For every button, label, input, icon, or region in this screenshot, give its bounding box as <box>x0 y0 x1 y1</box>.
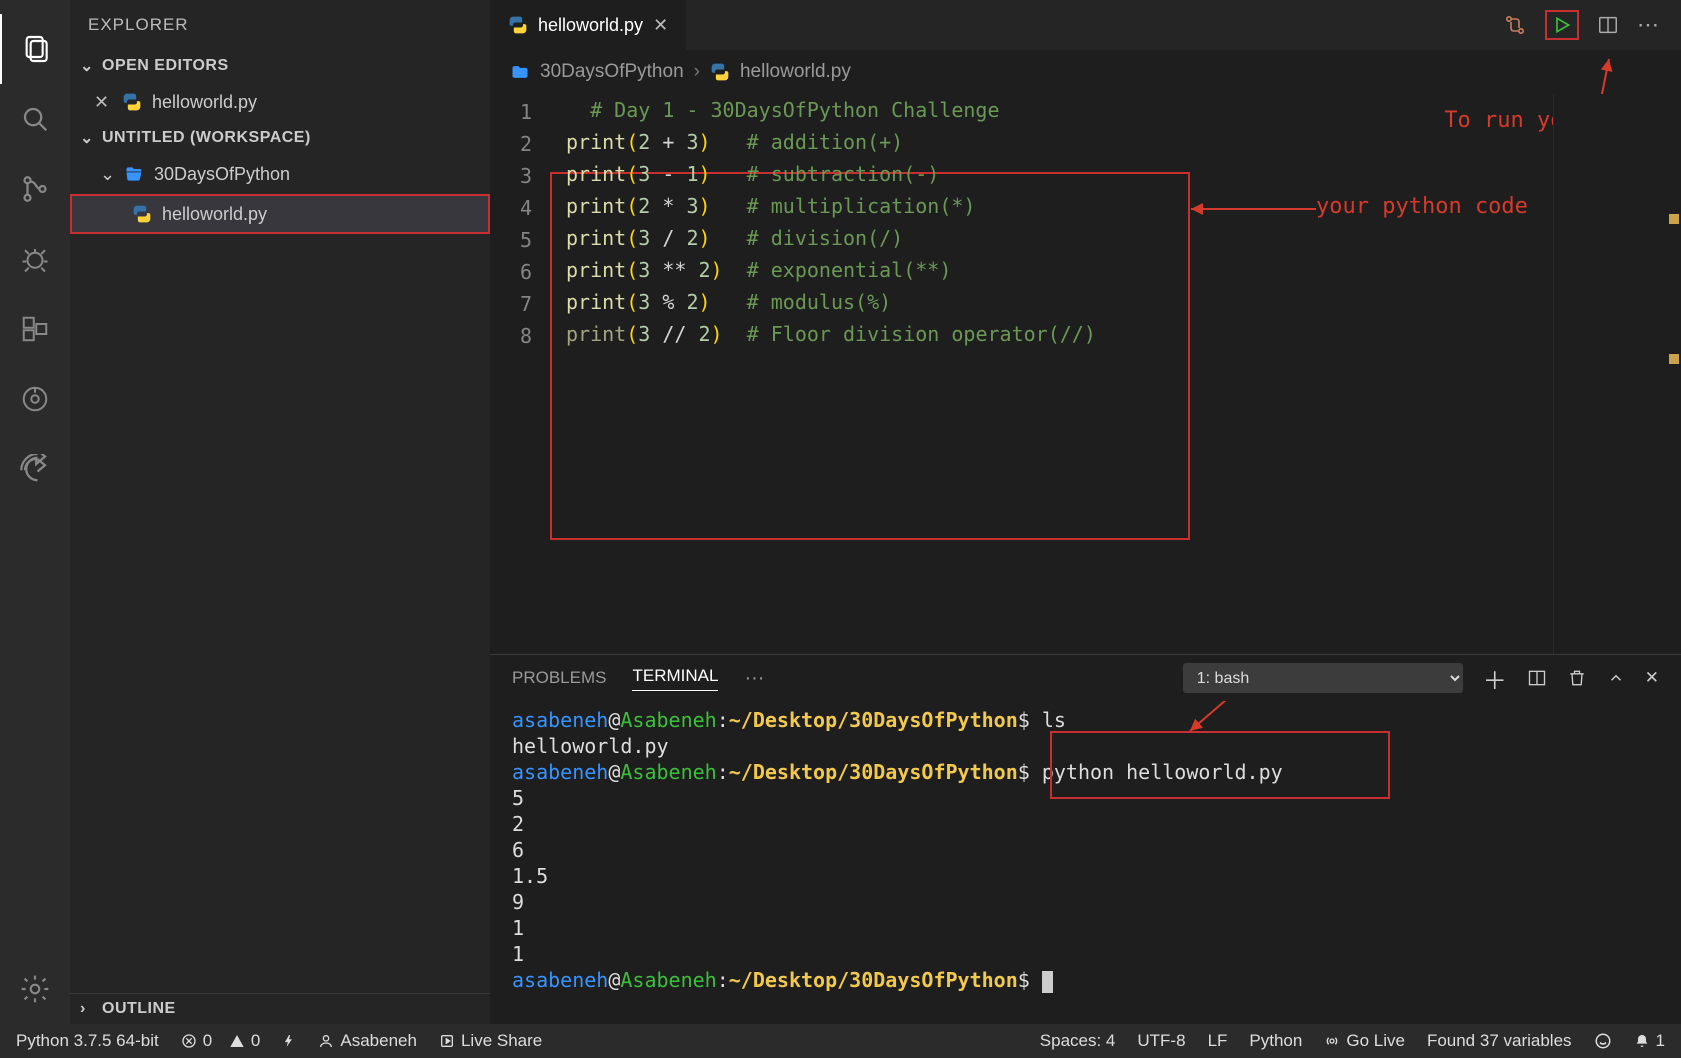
outline-header[interactable]: › OUTLINE <box>70 993 490 1024</box>
tab-strip: helloworld.py ✕ ⋯ <box>490 0 1681 50</box>
python-file-icon <box>122 92 142 112</box>
minimap[interactable] <box>1553 94 1663 654</box>
open-editors-header[interactable]: ⌄ OPEN EDITORS <box>70 50 490 82</box>
split-terminal-icon[interactable] <box>1527 668 1547 688</box>
python-file-icon <box>132 204 152 224</box>
close-panel-icon[interactable]: ✕ <box>1645 668 1659 688</box>
explorer-sidebar: EXPLORER ⌄ OPEN EDITORS ✕ helloworld.py … <box>70 0 490 1024</box>
terminal-cursor <box>1042 971 1053 993</box>
status-found-vars[interactable]: Found 37 variables <box>1427 1031 1572 1051</box>
code-editor[interactable]: 1234 5678 # Day 1 - 30DaysOfPython Chall… <box>490 94 1681 654</box>
workspace-header[interactable]: ⌄ UNTITLED (WORKSPACE) <box>70 122 490 154</box>
close-icon[interactable]: ✕ <box>94 92 112 113</box>
file-row[interactable]: helloworld.py <box>70 194 490 234</box>
python-file-icon <box>508 15 528 35</box>
close-icon[interactable]: ✕ <box>653 15 668 36</box>
chevron-right-icon: › <box>694 61 700 83</box>
kill-terminal-icon[interactable] <box>1567 668 1587 688</box>
folder-row[interactable]: ⌄ 30DaysOfPython <box>70 154 490 194</box>
new-terminal-icon[interactable]: ＋ <box>1483 661 1507 696</box>
status-encoding[interactable]: UTF-8 <box>1137 1031 1185 1051</box>
extensions-icon[interactable] <box>0 294 70 364</box>
liveshare-icon[interactable] <box>0 434 70 504</box>
title-actions: ⋯ <box>1503 0 1681 50</box>
status-feedback-icon[interactable] <box>1594 1032 1612 1050</box>
line-gutter: 1234 5678 <box>490 94 546 654</box>
split-editor-icon[interactable] <box>1597 14 1619 36</box>
activity-bar <box>0 0 70 1024</box>
status-golive[interactable]: Go Live <box>1324 1031 1405 1051</box>
search-icon[interactable] <box>0 84 70 154</box>
folder-icon <box>510 62 530 82</box>
more-panel-tabs-icon[interactable]: ··· <box>744 667 764 690</box>
status-problems[interactable]: 0 0 <box>181 1031 261 1051</box>
debug-icon[interactable] <box>0 224 70 294</box>
open-editor-item[interactable]: ✕ helloworld.py <box>70 82 490 122</box>
tab-terminal[interactable]: TERMINAL <box>632 666 718 691</box>
chevron-down-icon: ⌄ <box>80 128 94 148</box>
terminal-body[interactable]: To run your code asabeneh@Asabeneh:~/Des… <box>490 701 1681 1024</box>
settings-gear-icon[interactable] <box>0 954 70 1024</box>
folder-open-icon <box>124 164 144 184</box>
chevron-down-icon: ⌄ <box>80 56 94 76</box>
status-eol[interactable]: LF <box>1208 1031 1228 1051</box>
more-actions-icon[interactable]: ⋯ <box>1637 12 1659 38</box>
status-bar: Python 3.7.5 64-bit 0 0 Asabeneh Live Sh… <box>0 1024 1681 1058</box>
terminal-panel: PROBLEMS TERMINAL ··· 1: bash ＋ ✕ To run… <box>490 654 1681 1024</box>
terminal-shell-select[interactable]: 1: bash <box>1183 663 1463 693</box>
git-compare-icon[interactable] <box>1503 13 1527 37</box>
status-language[interactable]: Python <box>1249 1031 1302 1051</box>
tab-problems[interactable]: PROBLEMS <box>512 668 606 688</box>
tab-label: helloworld.py <box>538 15 643 36</box>
status-liveshare-user[interactable]: Asabeneh <box>318 1031 417 1051</box>
breadcrumb[interactable]: 30DaysOfPython › helloworld.py <box>490 50 1681 94</box>
status-spaces[interactable]: Spaces: 4 <box>1040 1031 1116 1051</box>
editor-tab[interactable]: helloworld.py ✕ <box>490 0 687 50</box>
status-python-interpreter[interactable]: Python 3.7.5 64-bit <box>16 1031 159 1051</box>
annotation-box-cmd <box>1050 731 1390 799</box>
explorer-icon[interactable] <box>0 14 70 84</box>
panel-tabs: PROBLEMS TERMINAL ··· 1: bash ＋ ✕ <box>490 655 1681 701</box>
chevron-down-icon: ⌄ <box>100 164 114 185</box>
source-control-icon[interactable] <box>0 154 70 224</box>
overview-ruler[interactable] <box>1663 94 1681 654</box>
python-file-icon <box>710 62 730 82</box>
run-button[interactable] <box>1545 10 1579 40</box>
status-notifications[interactable]: 1 <box>1634 1031 1665 1051</box>
maximize-panel-icon[interactable] <box>1607 669 1625 687</box>
sidebar-title: EXPLORER <box>70 0 490 50</box>
chevron-right-icon: › <box>80 1000 94 1018</box>
code-content[interactable]: # Day 1 - 30DaysOfPython Challenge print… <box>546 94 1553 654</box>
gitlens-icon[interactable] <box>0 364 70 434</box>
status-port-icon[interactable] <box>282 1032 296 1050</box>
status-liveshare[interactable]: Live Share <box>439 1031 542 1051</box>
editor-region: helloworld.py ✕ ⋯ 30DaysOfPython <box>490 0 1681 1024</box>
